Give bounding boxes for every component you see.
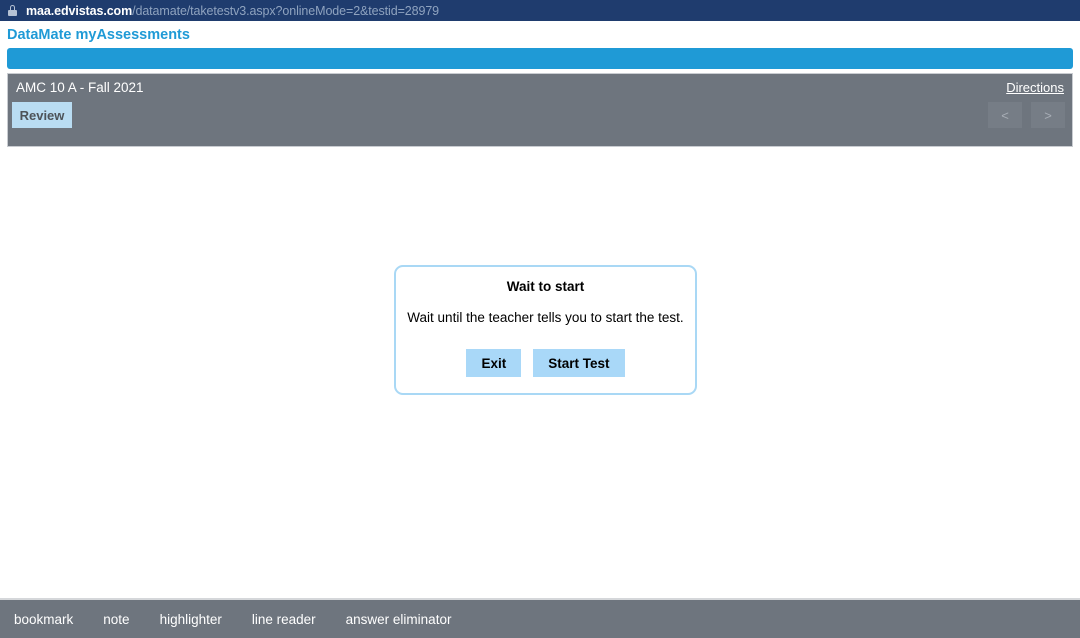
tool-note[interactable]: note [103, 612, 129, 627]
tool-answer-eliminator[interactable]: answer eliminator [346, 612, 452, 627]
start-test-button[interactable]: Start Test [533, 349, 625, 377]
url-path: /datamate/taketestv3.aspx?onlineMode=2&t… [132, 3, 440, 18]
navigation-buttons: < > [988, 102, 1065, 128]
test-name: AMC 10 A - Fall 2021 [16, 79, 144, 95]
exit-button[interactable]: Exit [466, 349, 522, 377]
wait-to-start-dialog: Wait to start Wait until the teacher tel… [394, 265, 697, 395]
accent-bar-container [0, 48, 1080, 69]
app-title: DataMate myAssessments [7, 26, 190, 43]
url-domain: maa.edvistas.com [26, 3, 133, 18]
tool-line-reader[interactable]: line reader [252, 612, 316, 627]
lock-icon [8, 5, 17, 16]
app-brand-area: DataMate myAssessments [0, 21, 1080, 48]
dialog-title: Wait to start [506, 279, 585, 294]
test-header-container: AMC 10 A - Fall 2021 Directions Review <… [0, 69, 1080, 147]
test-header: AMC 10 A - Fall 2021 Directions Review <… [7, 73, 1073, 147]
test-controls-row: Review < > [8, 100, 1072, 146]
test-title-row: AMC 10 A - Fall 2021 Directions [8, 74, 1072, 100]
browser-url-bar[interactable]: maa.edvistas.com /datamate/taketestv3.as… [0, 0, 1080, 21]
next-question-button[interactable]: > [1031, 102, 1065, 128]
directions-link[interactable]: Directions [1006, 80, 1064, 95]
previous-question-button[interactable]: < [988, 102, 1022, 128]
tool-highlighter[interactable]: highlighter [160, 612, 222, 627]
dialog-button-row: Exit Start Test [396, 349, 695, 377]
tool-bookmark[interactable]: bookmark [14, 612, 73, 627]
main-content-area: Wait to start Wait until the teacher tel… [0, 152, 1080, 596]
accent-bar [7, 48, 1073, 69]
dialog-message: Wait until the teacher tells you to star… [407, 310, 684, 325]
bottom-toolbar: bookmark note highlighter line reader an… [0, 598, 1080, 638]
review-button[interactable]: Review [12, 102, 72, 128]
